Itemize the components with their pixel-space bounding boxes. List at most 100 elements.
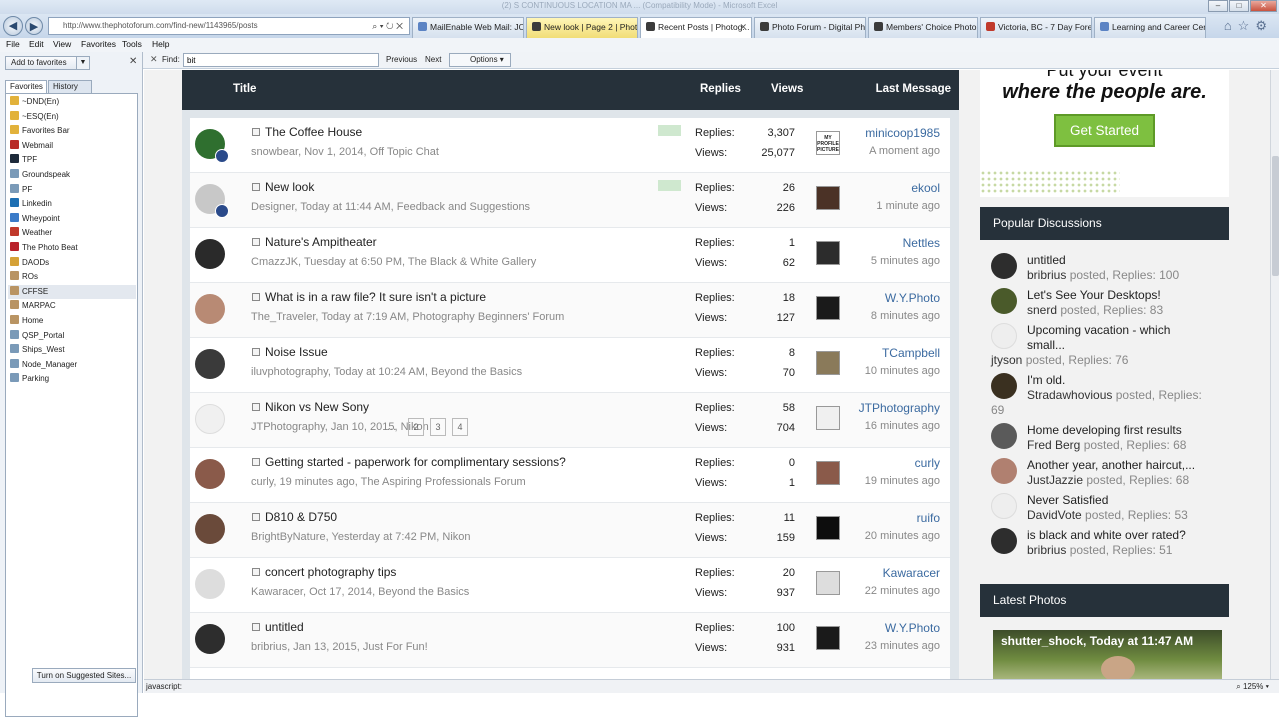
thread-row[interactable]: Nikon vs New Sony JTPhotography, Jan 10, … bbox=[190, 393, 950, 448]
browser-tab[interactable]: Recent Posts | Photog... ✕ bbox=[640, 17, 752, 39]
tab-history[interactable]: History bbox=[48, 80, 92, 94]
popular-user[interactable]: JustJazzie bbox=[1027, 473, 1083, 487]
popular-avatar[interactable] bbox=[991, 373, 1017, 399]
favorite-item[interactable]: TPF bbox=[8, 153, 136, 167]
header-title[interactable]: Title bbox=[233, 83, 256, 95]
advertisement[interactable]: Put your event where the people are. Get… bbox=[980, 70, 1229, 197]
thread-checkbox[interactable] bbox=[252, 183, 260, 191]
favorite-item[interactable]: ~DND(En) bbox=[8, 95, 136, 109]
address-actions[interactable]: ⌕ ▾ ↻ ✕ bbox=[372, 18, 403, 34]
browser-tab[interactable]: Victoria, BC - 7 Day Forec... bbox=[980, 17, 1092, 38]
thread-title[interactable]: Nikon vs New Sony bbox=[265, 400, 369, 414]
thread-checkbox[interactable] bbox=[252, 238, 260, 246]
popular-title[interactable]: Home developing first results bbox=[1027, 423, 1182, 437]
thread-row[interactable]: concert photography tips Kawaracer, Oct 1… bbox=[190, 558, 950, 613]
favorite-item[interactable]: CFFSE bbox=[8, 284, 136, 299]
find-next-button[interactable]: Next bbox=[425, 55, 441, 64]
back-icon[interactable]: ◀ bbox=[3, 16, 23, 36]
last-poster-avatar[interactable] bbox=[816, 571, 840, 595]
last-poster-avatar[interactable] bbox=[816, 516, 840, 540]
header-last-message[interactable]: Last Message bbox=[876, 83, 951, 95]
forward-icon[interactable]: ▶ bbox=[25, 17, 43, 35]
get-started-button[interactable]: Get Started bbox=[1054, 114, 1155, 147]
poster-avatar[interactable] bbox=[195, 459, 225, 489]
favorite-item[interactable]: Webmail bbox=[8, 139, 136, 153]
last-poster-avatar[interactable] bbox=[816, 186, 840, 210]
favorite-item[interactable]: Node_Manager bbox=[8, 358, 136, 372]
last-poster-name[interactable]: W.Y.Photo bbox=[885, 291, 940, 305]
menu-help[interactable]: Help bbox=[152, 39, 169, 49]
popular-user[interactable]: DavidVote bbox=[1027, 508, 1082, 522]
last-poster-avatar[interactable] bbox=[816, 241, 840, 265]
thread-row[interactable]: untitled bribrius, Jan 13, 2015, Just For… bbox=[190, 613, 950, 668]
thread-checkbox[interactable] bbox=[252, 568, 260, 576]
browser-tab[interactable]: New look | Page 2 | Phot... bbox=[526, 17, 638, 38]
popular-user[interactable]: bribrius bbox=[1027, 543, 1066, 557]
last-poster-name[interactable]: curly bbox=[915, 456, 940, 470]
menu-favorites[interactable]: Favorites bbox=[81, 39, 116, 49]
scrollbar-thumb[interactable] bbox=[1272, 156, 1279, 276]
last-poster-avatar[interactable] bbox=[816, 461, 840, 485]
poster-avatar[interactable] bbox=[195, 404, 225, 434]
poster-avatar[interactable] bbox=[195, 349, 225, 379]
favorite-item[interactable]: Weather bbox=[8, 226, 136, 240]
last-poster-avatar[interactable] bbox=[816, 351, 840, 375]
browser-tab[interactable]: Photo Forum - Digital Ph... bbox=[754, 17, 866, 38]
thread-meta[interactable]: Designer, Today at 11:44 AM, Feedback an… bbox=[251, 201, 530, 213]
browser-toolbar-icons[interactable]: ⌂☆⚙ bbox=[1224, 18, 1273, 34]
favorite-item[interactable]: Home bbox=[8, 314, 136, 328]
popular-avatar[interactable] bbox=[991, 458, 1017, 484]
popular-avatar[interactable] bbox=[991, 423, 1017, 449]
popular-user[interactable]: snerd bbox=[1027, 303, 1057, 317]
thread-checkbox[interactable] bbox=[252, 458, 260, 466]
popular-user[interactable]: bribrius bbox=[1027, 268, 1066, 282]
thread-title[interactable]: New look bbox=[265, 180, 314, 194]
browser-tab[interactable]: Learning and Career Cen... bbox=[1094, 17, 1206, 38]
thread-title[interactable]: Nature's Ampitheater bbox=[265, 235, 377, 249]
popular-user[interactable]: jtyson bbox=[991, 353, 1022, 367]
poster-avatar[interactable] bbox=[195, 569, 225, 599]
favorite-item[interactable]: Linkedin bbox=[8, 197, 136, 211]
thread-title[interactable]: Noise Issue bbox=[265, 345, 328, 359]
thread-meta[interactable]: CmazzJK, Tuesday at 6:50 PM, The Black &… bbox=[251, 256, 536, 268]
find-options-button[interactable]: Options ▾ bbox=[449, 53, 511, 67]
last-poster-avatar[interactable] bbox=[816, 626, 840, 650]
popular-title[interactable]: is black and white over rated? bbox=[1027, 528, 1186, 542]
poster-avatar[interactable] bbox=[195, 294, 225, 324]
favorite-item[interactable]: Groundspeak bbox=[8, 168, 136, 182]
favorite-item[interactable]: Favorites Bar bbox=[8, 124, 136, 138]
last-poster-name[interactable]: minicoop1985 bbox=[865, 126, 940, 140]
popular-avatar[interactable] bbox=[991, 253, 1017, 279]
last-poster-avatar[interactable]: MY PROFILE PICTURE bbox=[816, 131, 840, 155]
popular-avatar[interactable] bbox=[991, 323, 1017, 349]
popular-title[interactable]: I'm old. bbox=[1027, 373, 1065, 387]
popular-title[interactable]: Another year, another haircut,... bbox=[1027, 458, 1195, 472]
latest-photo[interactable]: shutter_shock, Today at 11:47 AM bbox=[993, 630, 1222, 679]
favorite-item[interactable]: Parking bbox=[8, 372, 136, 386]
favorite-item[interactable]: MARPAC bbox=[8, 299, 136, 313]
minimize-button[interactable]: – bbox=[1208, 0, 1228, 12]
favorite-item[interactable]: ROs bbox=[8, 270, 136, 284]
zoom-level[interactable]: ⌕ 125% ▾ bbox=[1236, 680, 1269, 693]
popular-avatar[interactable] bbox=[991, 288, 1017, 314]
close-window-button[interactable]: ✕ bbox=[1250, 0, 1277, 12]
thread-meta[interactable]: The_Traveler, Today at 7:19 AM, Photogra… bbox=[251, 311, 564, 323]
thread-row[interactable]: Getting started - paperwork for complime… bbox=[190, 448, 950, 503]
page-link[interactable]: 3 bbox=[430, 418, 446, 436]
header-views[interactable]: Views bbox=[771, 83, 803, 95]
last-poster-avatar[interactable] bbox=[816, 296, 840, 320]
thread-row[interactable]: Noise Issue iluvphotography, Today at 10:… bbox=[190, 338, 950, 393]
menu-tools[interactable]: Tools bbox=[122, 39, 142, 49]
last-poster-name[interactable]: Kawaracer bbox=[883, 566, 940, 580]
find-previous-button[interactable]: Previous bbox=[386, 55, 417, 64]
add-favorites-dropdown-icon[interactable]: ▼ bbox=[76, 56, 90, 70]
last-poster-avatar[interactable] bbox=[816, 406, 840, 430]
popular-title-continued[interactable]: small... bbox=[1027, 338, 1065, 352]
menu-edit[interactable]: Edit bbox=[29, 39, 44, 49]
thread-checkbox[interactable] bbox=[252, 623, 260, 631]
favorite-item[interactable]: ~ESQ(En) bbox=[8, 110, 136, 124]
page-link[interactable]: 2 bbox=[408, 418, 424, 436]
poster-avatar[interactable] bbox=[195, 239, 225, 269]
maximize-button[interactable]: □ bbox=[1229, 0, 1249, 12]
thread-title[interactable]: What is in a raw file? It sure isn't a p… bbox=[265, 290, 486, 304]
